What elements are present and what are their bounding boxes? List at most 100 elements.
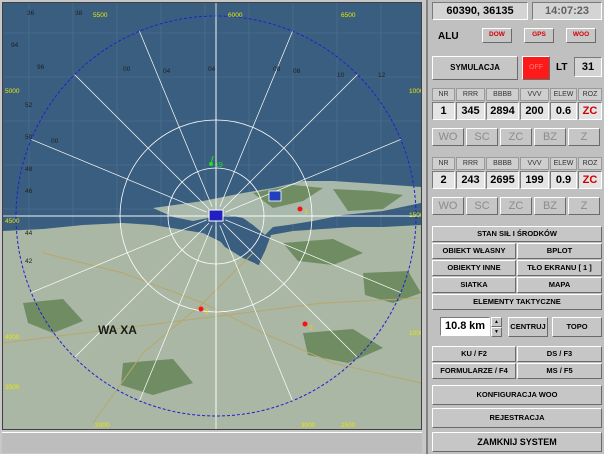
grid-label: 3500 (5, 384, 20, 391)
column-header-bbbb: BBBB (486, 88, 519, 101)
grid-button[interactable]: SIATKA (432, 277, 516, 293)
target1-nr-value: 1 (432, 102, 455, 120)
grid-label: 12 (378, 72, 386, 79)
target2-mode-sc-button[interactable]: SC (466, 197, 498, 215)
column-header-roz: ROZ (578, 157, 602, 170)
ds-f3-button[interactable]: DS / F3 (517, 346, 602, 362)
status-bar (2, 432, 422, 453)
lt-label: LT (556, 62, 568, 73)
column-header-elew: ELEW (550, 88, 577, 101)
grid-label: 46 (25, 188, 33, 195)
grid-label: 5500 (93, 12, 108, 19)
grid-label: 52 (25, 102, 33, 109)
other-objects-button[interactable]: OBIEKTY INNE (432, 260, 516, 276)
grid-label: 38 (75, 10, 83, 17)
column-header-bbbb: BBBB (486, 157, 519, 170)
map-place-label: WA XA (98, 323, 137, 337)
grid-label: 94 (11, 42, 19, 49)
grid-label: 6500 (341, 12, 356, 19)
woo-button[interactable]: WOO (566, 28, 596, 43)
target1-bbbb-value: 2894 (486, 102, 519, 120)
own-object-button[interactable]: OBIEKT WŁASNY (432, 243, 516, 259)
grid-label: 4000 (5, 334, 20, 341)
registration-button[interactable]: REJESTRACJA (432, 408, 602, 428)
grid-label: 42 (25, 258, 33, 265)
grid-label: 04 (163, 68, 171, 75)
bplot-button[interactable]: BPLOT (517, 243, 602, 259)
coordinates-display: 60390, 36135 (432, 2, 528, 20)
grid-label: 4500 (5, 218, 20, 225)
range-value: 10.8 (445, 320, 467, 332)
range-up-button[interactable]: ▲ (491, 317, 502, 327)
column-header-nr: NR (432, 157, 455, 170)
configuration-button[interactable]: KONFIGURACJA WOO (432, 385, 602, 405)
column-header-vvv: VVV (520, 157, 549, 170)
radar-map[interactable]: 19 1 2 2 WA XA 36 38 5500 00 04 08 6000 6500 12 9… (2, 2, 422, 430)
grid-label: 00 (51, 138, 59, 145)
grid-label: 6000 (228, 12, 243, 19)
ms-f5-button[interactable]: MS / F5 (517, 363, 602, 379)
forces-status-button[interactable]: STAN SIŁ I ŚRODKÓW (432, 226, 602, 242)
target1-mode-wo-button[interactable]: WO (432, 128, 464, 146)
target2-bbbb-value: 2695 (486, 171, 519, 189)
target1-mode-bz-button[interactable]: BZ (534, 128, 566, 146)
target2-mode-bz-button[interactable]: BZ (534, 197, 566, 215)
target1-vvv-value: 200 (520, 102, 549, 120)
target2-rrr-value: 243 (456, 171, 485, 189)
column-header-nr: NR (432, 88, 455, 101)
topo-button[interactable]: TOPO (552, 317, 602, 337)
target1-mode-sc-button[interactable]: SC (466, 128, 498, 146)
range-input[interactable]: 10.8 km (440, 317, 490, 336)
target2-mode-wo-button[interactable]: WO (432, 197, 464, 215)
tactical-elements-button[interactable]: ELEMENTY TAKTYCZNE (432, 294, 602, 310)
center-button[interactable]: CENTRUJ (508, 317, 548, 337)
dow-button[interactable]: DOW (482, 28, 512, 43)
control-panel: 60390, 36135 14:07:23 ALU DOW GPS WOO SY… (426, 0, 604, 454)
target-label: 19 (215, 162, 223, 169)
grid-label: 08 (293, 68, 301, 75)
grid-label: 50 (25, 134, 33, 141)
map-canvas[interactable]: 19 1 2 2 WA XA 36 38 5500 00 04 08 6000 6500 12 9… (3, 3, 421, 429)
target1-mode-zc-button[interactable]: ZC (500, 128, 532, 146)
column-header-roz: ROZ (578, 88, 602, 101)
grid-label: 10 (337, 72, 345, 79)
ku-f2-button[interactable]: KU / F2 (432, 346, 516, 362)
grid-label: 2000 (95, 422, 110, 429)
gps-button[interactable]: GPS (524, 28, 554, 43)
grid-label: 36 (27, 10, 35, 17)
screen-background-button[interactable]: TŁO EKRANU [ 1 ] (517, 260, 602, 276)
grid-label: 00 (123, 66, 131, 73)
grid-label: 08 (273, 66, 281, 73)
grid-label: 5000 (5, 88, 20, 95)
grid-label: 44 (25, 230, 33, 237)
simulation-toggle-button[interactable]: OFF (522, 56, 550, 80)
forms-f4-button[interactable]: FORMULARZE / F4 (432, 363, 516, 379)
column-header-rrr: RRR (456, 88, 485, 101)
range-unit: km (469, 320, 485, 332)
target1-mode-z-button[interactable]: Z (568, 128, 600, 146)
target2-vvv-value: 199 (520, 171, 549, 189)
target2-mode-z-button[interactable]: Z (568, 197, 600, 215)
target2-elew-value: 0.9 (550, 171, 577, 189)
grid-label: 3000 (301, 422, 316, 429)
target2-nr-value: 2 (432, 171, 455, 189)
grid-label: 96 (37, 64, 45, 71)
radar-center-icon (208, 209, 224, 222)
target1-roz-value: ZC (578, 102, 602, 120)
grid-label: 1500 (409, 212, 421, 219)
target1-elew-value: 0.6 (550, 102, 577, 120)
alu-label: ALU (438, 31, 459, 42)
range-down-button[interactable]: ▼ (491, 327, 502, 337)
grid-label: 1000 (409, 88, 421, 95)
shutdown-button[interactable]: ZAMKNIJ SYSTEM (432, 432, 602, 452)
column-header-elew: ELEW (550, 157, 577, 170)
target2-roz-value: ZC (578, 171, 602, 189)
clock-display: 14:07:23 (532, 2, 602, 20)
unit-marker-icon (268, 190, 282, 202)
map-button[interactable]: MAPA (517, 277, 602, 293)
target-label: 2 (205, 309, 209, 316)
column-header-rrr: RRR (456, 157, 485, 170)
lt-value: 31 (574, 57, 602, 77)
target2-mode-zc-button[interactable]: ZC (500, 197, 532, 215)
simulation-button[interactable]: SYMULACJA (432, 56, 518, 80)
